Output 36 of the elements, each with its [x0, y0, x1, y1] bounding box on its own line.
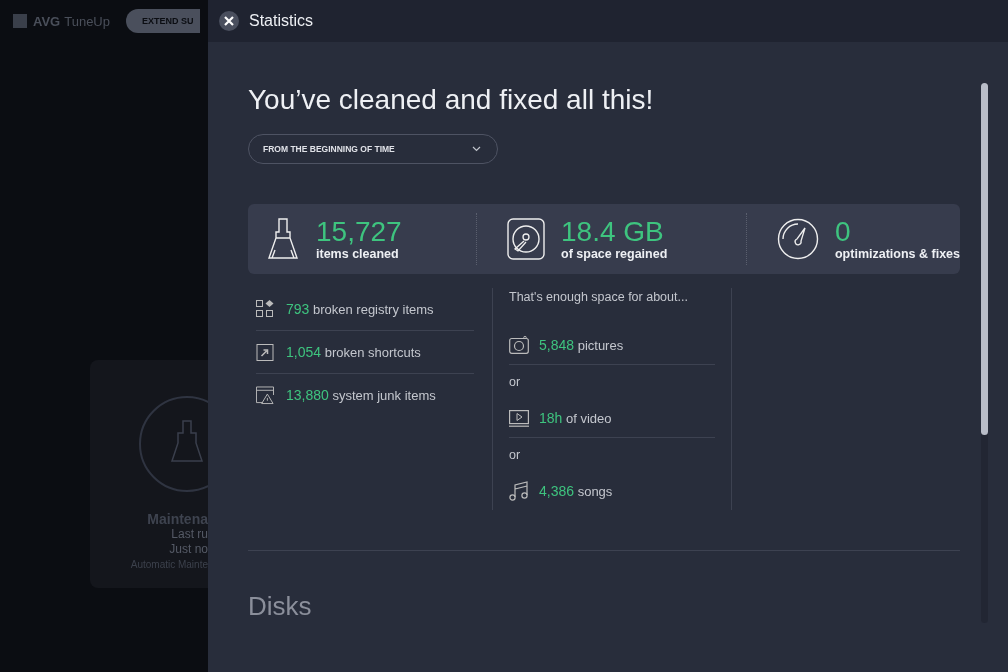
music-note-icon [509, 481, 529, 501]
summary-value: 15,727 [316, 217, 402, 247]
note-text: or [509, 447, 522, 464]
broom-icon [266, 218, 300, 260]
note-text: That's enough space for about... [509, 289, 689, 306]
card-line: Last ru [171, 527, 208, 542]
speedometer-icon [776, 218, 819, 260]
shortcut-icon [256, 343, 274, 361]
panel-title: Statistics [249, 12, 313, 30]
logo-icon [13, 14, 27, 28]
warning-window-icon [256, 385, 274, 405]
close-button[interactable] [219, 11, 239, 31]
stat-text: 793 broken registry items [286, 301, 434, 317]
note-text: or [509, 374, 522, 391]
hard-drive-icon [507, 218, 546, 260]
video-icon [509, 409, 529, 427]
product-name: TuneUp [64, 13, 110, 29]
summary-value: 18.4 GB [561, 217, 665, 247]
stat-text: 13,880 system junk items [286, 387, 436, 403]
summary-value: 0 [834, 217, 852, 247]
heading: You’ve cleaned and fixed all this! [248, 83, 654, 117]
close-icon [224, 16, 234, 26]
stat-text: 1,054 broken shortcuts [286, 344, 421, 360]
logo-text: AVG [33, 13, 61, 29]
chevron-down-icon [472, 146, 481, 152]
stat-text: 5,848 pictures [539, 337, 624, 353]
summary-label: items cleaned [316, 247, 400, 261]
stat-text: 18h of video [539, 410, 612, 426]
stat-text: 4,386 songs [539, 483, 613, 499]
summary-label: optimizations & fixes [834, 247, 960, 261]
camera-icon [509, 336, 529, 354]
scrollbar-thumb[interactable] [981, 83, 988, 435]
summary-label: of space regained [561, 247, 668, 261]
card-line: Just no [169, 542, 208, 557]
grid-icon [256, 300, 274, 318]
section-heading: Disks [248, 591, 312, 622]
